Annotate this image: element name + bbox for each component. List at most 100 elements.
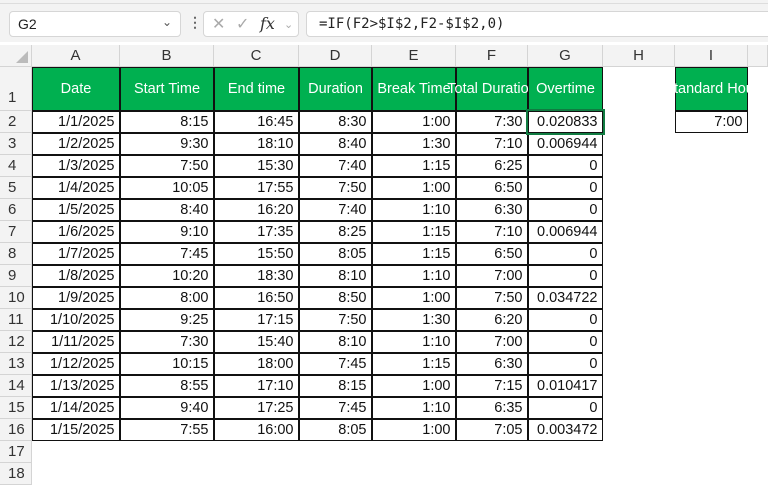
- more-options-icon[interactable]: ⋮: [188, 14, 202, 31]
- row-header-4[interactable]: 4: [0, 155, 32, 177]
- table-cell[interactable]: 7:45: [298, 352, 372, 375]
- table-cell[interactable]: 10:15: [119, 352, 214, 375]
- table-cell[interactable]: 15:50: [213, 242, 299, 265]
- table-cell[interactable]: 10:20: [119, 264, 214, 287]
- header-cell[interactable]: Break Time: [372, 67, 456, 111]
- selected-cell[interactable]: 0.020833: [525, 108, 605, 135]
- row-header-17[interactable]: 17: [0, 441, 32, 463]
- table-cell[interactable]: 8:30: [298, 110, 372, 133]
- table-cell[interactable]: 6:30: [455, 352, 528, 375]
- table-cell[interactable]: 6:35: [455, 396, 528, 419]
- row-header-2[interactable]: 2: [0, 111, 32, 133]
- table-cell[interactable]: 0: [527, 264, 603, 287]
- table-cell[interactable]: 1/9/2025: [31, 286, 120, 309]
- table-cell[interactable]: 7:50: [298, 176, 372, 199]
- row-header-16[interactable]: 16: [0, 419, 32, 441]
- table-cell[interactable]: 16:45: [213, 110, 299, 133]
- column-header-J[interactable]: [748, 45, 768, 67]
- table-cell[interactable]: 7:10: [455, 220, 528, 243]
- table-cell[interactable]: 0.010417: [527, 374, 603, 397]
- table-cell[interactable]: 6:20: [455, 308, 528, 331]
- table-cell[interactable]: 1/5/2025: [31, 198, 120, 221]
- table-cell[interactable]: 0: [527, 308, 603, 331]
- table-cell[interactable]: 1/1/2025: [31, 110, 120, 133]
- table-cell[interactable]: 16:20: [213, 198, 299, 221]
- table-cell[interactable]: 8:15: [119, 110, 214, 133]
- table-cell[interactable]: 7:50: [119, 154, 214, 177]
- column-header-E[interactable]: E: [372, 45, 456, 67]
- table-cell[interactable]: 17:35: [213, 220, 299, 243]
- table-cell[interactable]: 7:15: [455, 374, 528, 397]
- column-header-F[interactable]: F: [456, 45, 528, 67]
- name-box[interactable]: G2 ⌄: [9, 11, 181, 37]
- header-cell[interactable]: Start Time: [120, 67, 214, 111]
- table-cell[interactable]: 0.003472: [527, 418, 603, 441]
- row-header-6[interactable]: 6: [0, 199, 32, 221]
- column-header-I[interactable]: I: [675, 45, 748, 67]
- table-cell[interactable]: 7:45: [119, 242, 214, 265]
- header-cell[interactable]: Date: [32, 67, 120, 111]
- table-cell[interactable]: 9:10: [119, 220, 214, 243]
- table-cell[interactable]: 8:15: [298, 374, 372, 397]
- enter-icon[interactable]: ✓: [236, 14, 249, 34]
- row-header-12[interactable]: 12: [0, 331, 32, 353]
- table-cell[interactable]: 9:30: [119, 132, 214, 155]
- chevron-down-icon[interactable]: ⌄: [162, 15, 172, 29]
- table-cell[interactable]: 1:15: [371, 154, 456, 177]
- cancel-icon[interactable]: ✕: [212, 14, 225, 34]
- table-cell[interactable]: 16:00: [213, 418, 299, 441]
- table-cell[interactable]: 8:00: [119, 286, 214, 309]
- table-cell[interactable]: 6:50: [455, 176, 528, 199]
- table-cell[interactable]: 8:40: [298, 132, 372, 155]
- table-cell[interactable]: 7:10: [455, 132, 528, 155]
- table-cell[interactable]: 7:30: [455, 110, 528, 133]
- header-cell[interactable]: Duration: [299, 67, 372, 111]
- table-cell[interactable]: 1:00: [371, 110, 456, 133]
- table-cell[interactable]: 18:30: [213, 264, 299, 287]
- table-cell[interactable]: 10:05: [119, 176, 214, 199]
- table-cell[interactable]: 6:50: [455, 242, 528, 265]
- table-cell[interactable]: 15:30: [213, 154, 299, 177]
- table-cell[interactable]: 1:10: [371, 330, 456, 353]
- table-cell[interactable]: 1/8/2025: [31, 264, 120, 287]
- row-header-3[interactable]: 3: [0, 133, 32, 155]
- table-cell[interactable]: 0.006944: [527, 220, 603, 243]
- table-cell[interactable]: 18:00: [213, 352, 299, 375]
- table-cell[interactable]: 1/3/2025: [31, 154, 120, 177]
- table-cell[interactable]: 7:50: [455, 286, 528, 309]
- column-header-B[interactable]: B: [120, 45, 214, 67]
- table-cell[interactable]: 16:50: [213, 286, 299, 309]
- table-cell[interactable]: 7:40: [298, 198, 372, 221]
- table-cell[interactable]: 7:00: [455, 264, 528, 287]
- standard-hour-header[interactable]: Standard Hour: [664, 67, 759, 111]
- table-cell[interactable]: 1/7/2025: [31, 242, 120, 265]
- row-header-14[interactable]: 14: [0, 375, 32, 397]
- row-header-1[interactable]: 1: [0, 67, 32, 111]
- table-cell[interactable]: 9:25: [119, 308, 214, 331]
- header-cell[interactable]: Total Duration: [447, 67, 537, 111]
- table-cell[interactable]: 1:10: [371, 264, 456, 287]
- standard-hour-value[interactable]: 7:00: [674, 110, 748, 133]
- row-header-11[interactable]: 11: [0, 309, 32, 331]
- select-all-button[interactable]: [0, 45, 32, 67]
- table-cell[interactable]: 1/12/2025: [31, 352, 120, 375]
- row-header-7[interactable]: 7: [0, 221, 32, 243]
- table-cell[interactable]: 1/2/2025: [31, 132, 120, 155]
- table-cell[interactable]: 1/6/2025: [31, 220, 120, 243]
- row-header-15[interactable]: 15: [0, 397, 32, 419]
- table-cell[interactable]: 7:30: [119, 330, 214, 353]
- table-cell[interactable]: 1:30: [371, 132, 456, 155]
- table-cell[interactable]: 7:40: [298, 154, 372, 177]
- row-header-9[interactable]: 9: [0, 265, 32, 287]
- table-cell[interactable]: 0.006944: [527, 132, 603, 155]
- row-header-8[interactable]: 8: [0, 243, 32, 265]
- table-cell[interactable]: 1:00: [371, 418, 456, 441]
- column-header-G[interactable]: G: [528, 45, 603, 67]
- table-cell[interactable]: 1/14/2025: [31, 396, 120, 419]
- column-header-A[interactable]: A: [32, 45, 120, 67]
- table-cell[interactable]: 8:40: [119, 198, 214, 221]
- table-cell[interactable]: 0: [527, 330, 603, 353]
- table-cell[interactable]: 1:00: [371, 374, 456, 397]
- table-cell[interactable]: 8:50: [298, 286, 372, 309]
- table-cell[interactable]: 1:30: [371, 308, 456, 331]
